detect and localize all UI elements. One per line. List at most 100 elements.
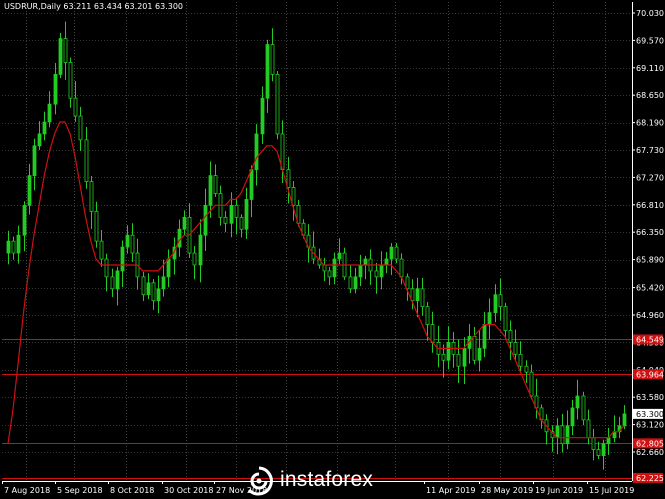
x-tick-label: 5 Sep 2018 bbox=[57, 486, 103, 495]
candle-body bbox=[115, 270, 120, 290]
y-tick-label: 65.420 bbox=[636, 284, 664, 293]
candle-body bbox=[63, 38, 68, 63]
candle-body bbox=[327, 270, 332, 278]
candle-body bbox=[208, 175, 213, 206]
y-tick-label: 69.570 bbox=[636, 36, 664, 45]
candle-body bbox=[27, 175, 32, 206]
candle-body bbox=[37, 133, 42, 147]
candle-body bbox=[575, 395, 580, 409]
x-tick-label: 8 Oct 2018 bbox=[110, 486, 154, 495]
candle-body bbox=[399, 258, 404, 278]
candle-body bbox=[73, 97, 78, 117]
price-level-label: 64.549 bbox=[636, 335, 664, 344]
y-tick-label: 68.190 bbox=[636, 119, 664, 128]
y-tick-label: 63.580 bbox=[636, 393, 664, 402]
candle-body bbox=[446, 341, 451, 361]
candle-body bbox=[374, 270, 379, 278]
candle-body bbox=[518, 353, 523, 367]
candle-body bbox=[110, 276, 115, 290]
candle-body bbox=[601, 443, 606, 456]
y-tick-label: 70.030 bbox=[636, 9, 664, 18]
candle-body bbox=[198, 234, 203, 266]
y-tick-label: 66.350 bbox=[636, 228, 664, 237]
candle-body bbox=[104, 258, 109, 278]
candle-body bbox=[203, 204, 208, 236]
candle-body bbox=[430, 324, 435, 343]
candle-body bbox=[244, 199, 249, 230]
candle-body bbox=[234, 204, 239, 218]
candle-body bbox=[141, 276, 146, 296]
candle-body bbox=[99, 240, 104, 260]
y-tick-label: 67.270 bbox=[636, 173, 664, 182]
candle-body bbox=[353, 276, 358, 290]
y-axis-labels: 70.030 69.570 69.110 68.650 68.190 67.730 67.2… bbox=[632, 9, 664, 483]
candle-body bbox=[379, 264, 384, 278]
x-tick-label: 15 Jul 2019 bbox=[589, 486, 634, 495]
x-tick-label: 30 Oct 2018 bbox=[164, 486, 213, 495]
candle-body bbox=[177, 228, 182, 248]
candle-body bbox=[229, 204, 234, 224]
y-tick-label: 69.110 bbox=[636, 64, 664, 73]
candle-body bbox=[513, 341, 518, 355]
candle-body bbox=[508, 330, 513, 343]
candle-body bbox=[555, 425, 560, 439]
candle-body bbox=[415, 288, 420, 302]
candle-body bbox=[606, 437, 611, 445]
candle-body bbox=[384, 258, 389, 266]
candle-body bbox=[78, 115, 83, 141]
candle-body bbox=[503, 306, 508, 331]
price-level-label: 63.964 bbox=[636, 370, 664, 379]
x-tick-label: 28 May 2019 bbox=[481, 486, 533, 495]
candle-body bbox=[16, 234, 21, 254]
candle-body bbox=[146, 282, 151, 296]
candle-body bbox=[581, 395, 586, 421]
candle-body bbox=[493, 294, 498, 314]
price-level-lines bbox=[2, 339, 632, 479]
candle-body bbox=[477, 347, 482, 361]
candle-body bbox=[47, 103, 52, 123]
price-level-label: 62.225 bbox=[636, 474, 664, 483]
candle-body bbox=[394, 246, 399, 260]
candle-body bbox=[425, 306, 430, 325]
candle-body bbox=[389, 246, 394, 260]
candle-body bbox=[192, 252, 197, 266]
x-tick-label: 19 Jun 2019 bbox=[535, 486, 583, 495]
candle-body bbox=[337, 252, 342, 260]
candle-body bbox=[166, 258, 171, 278]
x-tick-label: 7 Aug 2018 bbox=[4, 486, 50, 495]
candle-body bbox=[348, 276, 353, 290]
candle-body bbox=[529, 371, 534, 397]
y-tick-label: 65.890 bbox=[636, 256, 664, 265]
candle-body bbox=[586, 419, 591, 439]
candle-body bbox=[420, 288, 425, 308]
current-price-label: 63.300 bbox=[636, 410, 664, 419]
candle-body bbox=[151, 282, 156, 302]
usdrur-daily-chart: 70.030 69.570 69.110 68.650 68.190 67.730 67.2… bbox=[2, 2, 664, 495]
candle-body bbox=[223, 216, 228, 224]
candle-body bbox=[332, 258, 337, 278]
candle-body bbox=[130, 234, 135, 254]
instaforex-logo: instaforex bbox=[244, 466, 404, 496]
candle-body bbox=[213, 175, 218, 194]
candle-body bbox=[596, 449, 601, 456]
candle-body bbox=[125, 234, 130, 248]
price-level-label: 62.805 bbox=[636, 439, 664, 448]
candle-body bbox=[322, 264, 327, 272]
candle-body bbox=[53, 73, 58, 105]
candle-body bbox=[487, 312, 492, 325]
candle-body bbox=[260, 97, 265, 135]
y-tick-label: 67.730 bbox=[636, 146, 664, 155]
candle-body bbox=[249, 169, 254, 200]
candle-body bbox=[84, 139, 89, 182]
candle-body bbox=[94, 210, 99, 242]
candle-body bbox=[622, 413, 627, 427]
candle-body bbox=[22, 204, 27, 236]
candle-body bbox=[560, 425, 565, 445]
y-tick-label: 63.120 bbox=[636, 421, 664, 430]
candle-body bbox=[565, 425, 570, 445]
candle-body bbox=[89, 181, 94, 212]
candle-body bbox=[363, 258, 368, 266]
brand-name: instaforex bbox=[280, 468, 374, 491]
candle-body bbox=[275, 73, 280, 135]
candle-body bbox=[156, 288, 161, 302]
